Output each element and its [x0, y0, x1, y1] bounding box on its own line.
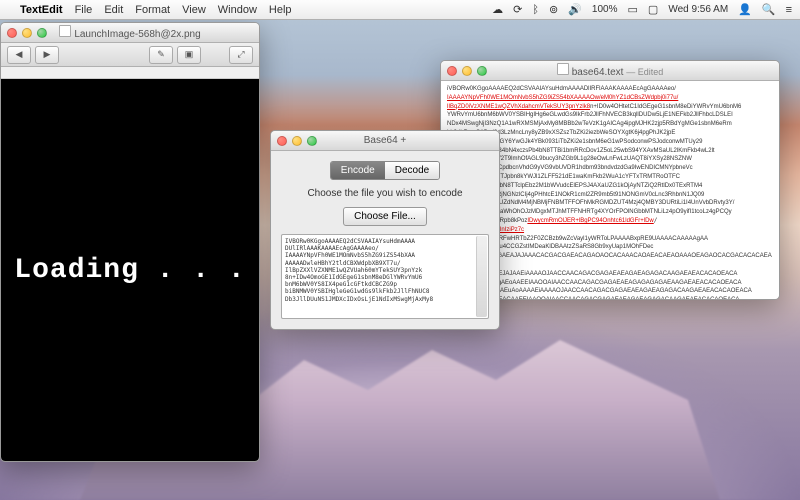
base64-titlebar[interactable]: Base64 +	[271, 131, 499, 151]
edited-indicator: — Edited	[626, 67, 663, 77]
menu-view[interactable]: View	[182, 4, 206, 16]
app-name[interactable]: TextEdit	[20, 4, 63, 16]
user-icon[interactable]: 👤	[738, 3, 752, 16]
minimize-button[interactable]	[462, 66, 472, 76]
xcode-tab-title: LaunchImage-568h@2x.png	[74, 29, 200, 40]
wifi-icon[interactable]: ⊚	[549, 3, 558, 16]
cloud-icon[interactable]: ☁	[492, 3, 503, 16]
textedit-titlebar[interactable]: base64.text — Edited	[441, 61, 779, 81]
encode-decode-segment: Encode Decode	[330, 161, 440, 180]
xcode-titlebar[interactable]: LaunchImage-568h@2x.png	[1, 23, 259, 43]
document-icon	[59, 25, 71, 37]
instruction-text: Choose the file you wish to encode	[307, 188, 462, 199]
launch-image-preview: Loading . . .	[1, 79, 259, 461]
spotlight-icon[interactable]: 🔍	[762, 3, 776, 16]
clock[interactable]: Wed 9:56 AM	[668, 4, 728, 15]
xcode-toolbar: ◀ ▶ ✎ ▣ ⤢	[1, 43, 259, 67]
volume-icon[interactable]: 🔊	[568, 3, 582, 16]
forward-button[interactable]: ▶	[35, 46, 59, 64]
loading-text: Loading . . .	[14, 255, 245, 286]
spellcheck-error: IAAAAYNpVFh0WE1MOmNvbS5hZG9iZS54bXAAAAOw…	[447, 95, 678, 101]
macos-menubar: TextEdit File Edit Format View Window He…	[0, 0, 800, 20]
menu-window[interactable]: Window	[218, 4, 257, 16]
battery-icon[interactable]: ▭	[628, 3, 638, 16]
xcode-window: LaunchImage-568h@2x.png ◀ ▶ ✎ ▣ ⤢ Loadin…	[0, 22, 260, 462]
zoom-button[interactable]	[477, 66, 487, 76]
choose-file-button[interactable]: Choose File...	[343, 207, 427, 226]
close-button[interactable]	[277, 136, 287, 146]
minimize-button[interactable]	[292, 136, 302, 146]
xcode-subheader	[1, 67, 259, 79]
base64-app-window: Base64 + Encode Decode Choose the file y…	[270, 130, 500, 330]
encode-tab[interactable]: Encode	[331, 162, 385, 179]
menu-help[interactable]: Help	[269, 4, 292, 16]
zoom-button[interactable]	[307, 136, 317, 146]
minimize-button[interactable]	[22, 28, 32, 38]
base64-output-textarea[interactable]: IVBORw0KGgoAAAAEQ2dCSVAAIAYsuHdmAAAADUlI…	[281, 234, 489, 319]
zoom-button[interactable]	[37, 28, 47, 38]
document-icon	[557, 63, 569, 75]
decode-tab[interactable]: Decode	[385, 162, 439, 179]
menu-file[interactable]: File	[75, 4, 93, 16]
expand-button[interactable]: ⤢	[229, 46, 253, 64]
back-button[interactable]: ◀	[7, 46, 31, 64]
airplay-icon[interactable]: ▢	[648, 3, 658, 16]
spellcheck-error: lIBqZD0iVzXNME1wQZVhXdahcmVTekSUY3pnYzlk…	[447, 104, 590, 110]
textedit-title: base64.text	[572, 67, 624, 78]
menu-edit[interactable]: Edit	[104, 4, 123, 16]
menu-format[interactable]: Format	[135, 4, 170, 16]
sync-icon[interactable]: ⟳	[513, 3, 522, 16]
bluetooth-icon[interactable]: ᛒ	[532, 4, 539, 16]
spellcheck-error: IDwycmRmOlJER+lBgPC94Onhtc61ldGFr+lDw	[527, 218, 653, 224]
toolbar-button[interactable]: ▣	[177, 46, 201, 64]
battery-percent: 100%	[592, 4, 618, 15]
close-button[interactable]	[7, 28, 17, 38]
edit-button[interactable]: ✎	[149, 46, 173, 64]
close-button[interactable]	[447, 66, 457, 76]
notifications-icon[interactable]: ≡	[786, 4, 792, 16]
